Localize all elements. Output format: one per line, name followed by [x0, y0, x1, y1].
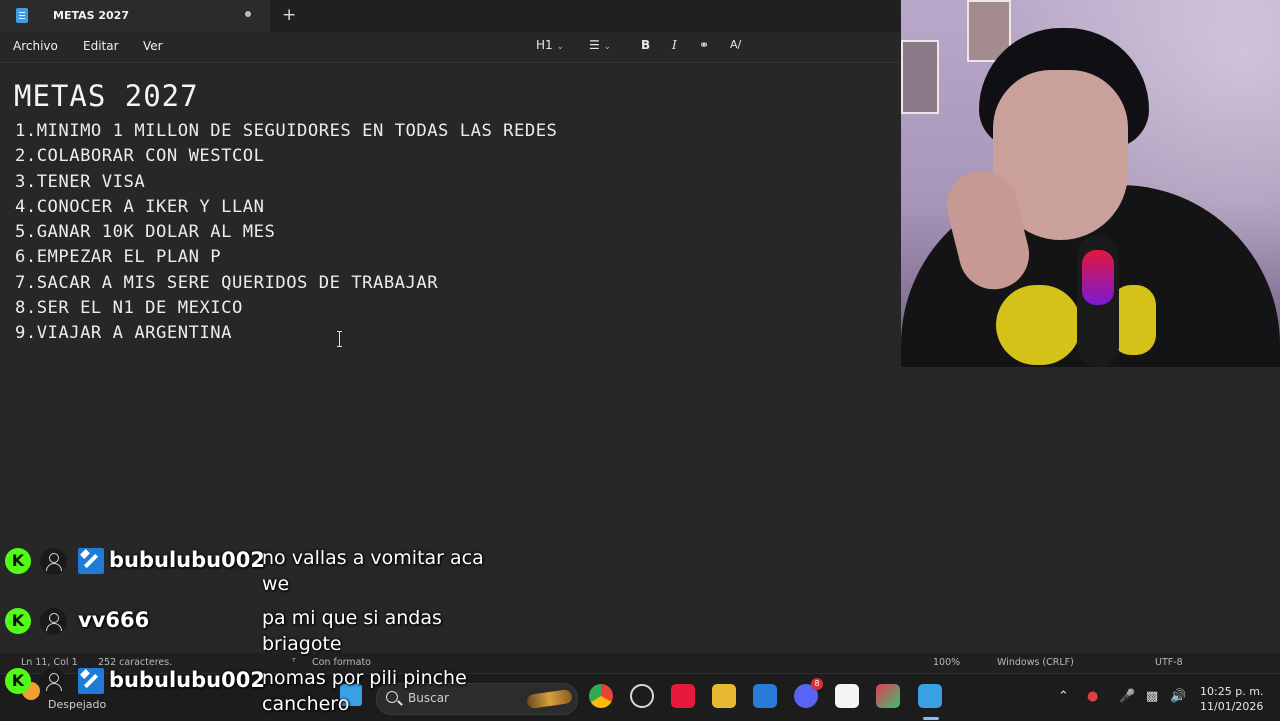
microphone-light: [1082, 250, 1114, 305]
chevron-up-icon[interactable]: ⌃: [1058, 689, 1069, 704]
discord-icon[interactable]: 8: [794, 678, 823, 708]
list-item: 3.TENER VISA: [15, 171, 146, 192]
list-item: 8.SER EL N1 DE MEXICO: [15, 298, 243, 319]
chat-username: vv666: [78, 608, 150, 632]
notepad-icon: [16, 8, 28, 23]
chat-text: nomas por pili pinche canchero: [262, 667, 467, 715]
char-count: 252 caracteres.: [98, 657, 173, 668]
tab-title: METAS 2027: [53, 9, 129, 22]
list-item: 1.MINIMO 1 MILLON DE SEGUIDORES EN TODAS…: [15, 121, 558, 141]
unsaved-dot-icon[interactable]: [245, 11, 251, 17]
clock-date: 11/01/2026: [1200, 700, 1264, 713]
folder-icon[interactable]: [712, 684, 736, 708]
goal-list: 1.MINIMO 1 MILLON DE SEGUIDORES EN TODAS…: [15, 119, 557, 347]
tab-metas[interactable]: METAS 2027: [0, 0, 270, 32]
line-endings[interactable]: Windows (CRLF): [997, 657, 1074, 668]
bold-button[interactable]: B: [641, 38, 650, 52]
search-highlight-image: [526, 688, 573, 710]
security-icon[interactable]: ●: [1087, 689, 1098, 704]
user-badge-icon: [40, 668, 67, 695]
italic-button[interactable]: I: [672, 38, 677, 52]
chevron-down-icon: ⌄: [556, 42, 565, 52]
list-item: 7.SACAR A MIS SERE QUERIDOS DE TRABAJAR: [15, 272, 439, 293]
chrome-icon[interactable]: [589, 684, 613, 708]
moderator-badge-icon: [78, 548, 104, 574]
menu-view[interactable]: Ver: [143, 39, 163, 53]
list-item: 9.VIAJAR A ARGENTINA: [15, 323, 232, 344]
new-tab-button[interactable]: +: [282, 5, 296, 25]
notification-badge: 8: [811, 678, 823, 690]
user-badge-icon: [40, 548, 67, 575]
snipping-tool-icon[interactable]: [876, 684, 900, 708]
menu-file[interactable]: Archivo: [13, 39, 58, 53]
network-icon[interactable]: ▩: [1146, 689, 1158, 704]
title-bar: METAS 2027 +: [0, 0, 900, 32]
heading-label: H1: [536, 38, 553, 52]
user-badge-icon: [40, 608, 67, 635]
link-icon[interactable]: ⚭: [699, 38, 709, 52]
encoding[interactable]: UTF-8: [1155, 657, 1183, 668]
chevron-down-icon: ⌄: [603, 42, 612, 52]
kick-badge-icon: K: [5, 668, 31, 694]
chat-username: bubulubu002: [109, 668, 265, 692]
notepad-taskbar-icon[interactable]: [918, 684, 942, 708]
weather-label[interactable]: Despejado: [48, 698, 106, 711]
clock-time: 10:25 p. m.: [1200, 685, 1264, 698]
webcam-feed: [901, 0, 1280, 367]
chat-username: bubulubu002: [109, 548, 265, 572]
cursor-position: Ln 11, Col 1: [21, 657, 78, 668]
menu-edit[interactable]: Editar: [83, 39, 119, 53]
list-item: 4.CONOCER A IKER Y LLAN: [15, 196, 265, 217]
list-dropdown[interactable]: ☰ ⌄: [589, 38, 611, 52]
tiktok-icon[interactable]: [671, 684, 695, 708]
volume-icon[interactable]: 🔊: [1170, 689, 1186, 704]
hoodie-print: [996, 285, 1081, 365]
list-item: 5.GANAR 10K DOLAR AL MES: [15, 222, 276, 243]
system-clock[interactable]: 10:25 p. m. 11/01/2026: [1200, 684, 1263, 714]
zoom-level[interactable]: 100%: [933, 657, 960, 668]
list-icon: ☰: [589, 38, 600, 52]
clear-format-icon[interactable]: A∕: [730, 38, 741, 51]
capcut-icon[interactable]: [835, 684, 859, 708]
moderator-badge-icon: [78, 668, 104, 694]
obs-icon[interactable]: [630, 684, 654, 708]
document-title: METAS 2027: [14, 79, 199, 113]
text-cursor-icon: [337, 331, 342, 347]
chat-text: no vallas a vomitar aca we: [262, 547, 484, 595]
store-icon[interactable]: [753, 684, 777, 708]
kick-badge-icon: K: [5, 548, 31, 574]
microphone-icon[interactable]: 🎤: [1119, 689, 1135, 704]
menu-bar: Archivo Editar Ver H1 ⌄ ☰ ⌄ B I ⚭ A∕: [0, 32, 900, 63]
chat-text: pa mi que si andas briagote: [262, 607, 442, 655]
list-item: 2.COLABORAR CON WESTCOL: [15, 146, 265, 167]
kick-badge-icon: K: [5, 608, 31, 634]
list-item: 6.EMPEZAR EL PLAN P: [15, 247, 222, 268]
heading-dropdown[interactable]: H1 ⌄: [536, 38, 564, 52]
